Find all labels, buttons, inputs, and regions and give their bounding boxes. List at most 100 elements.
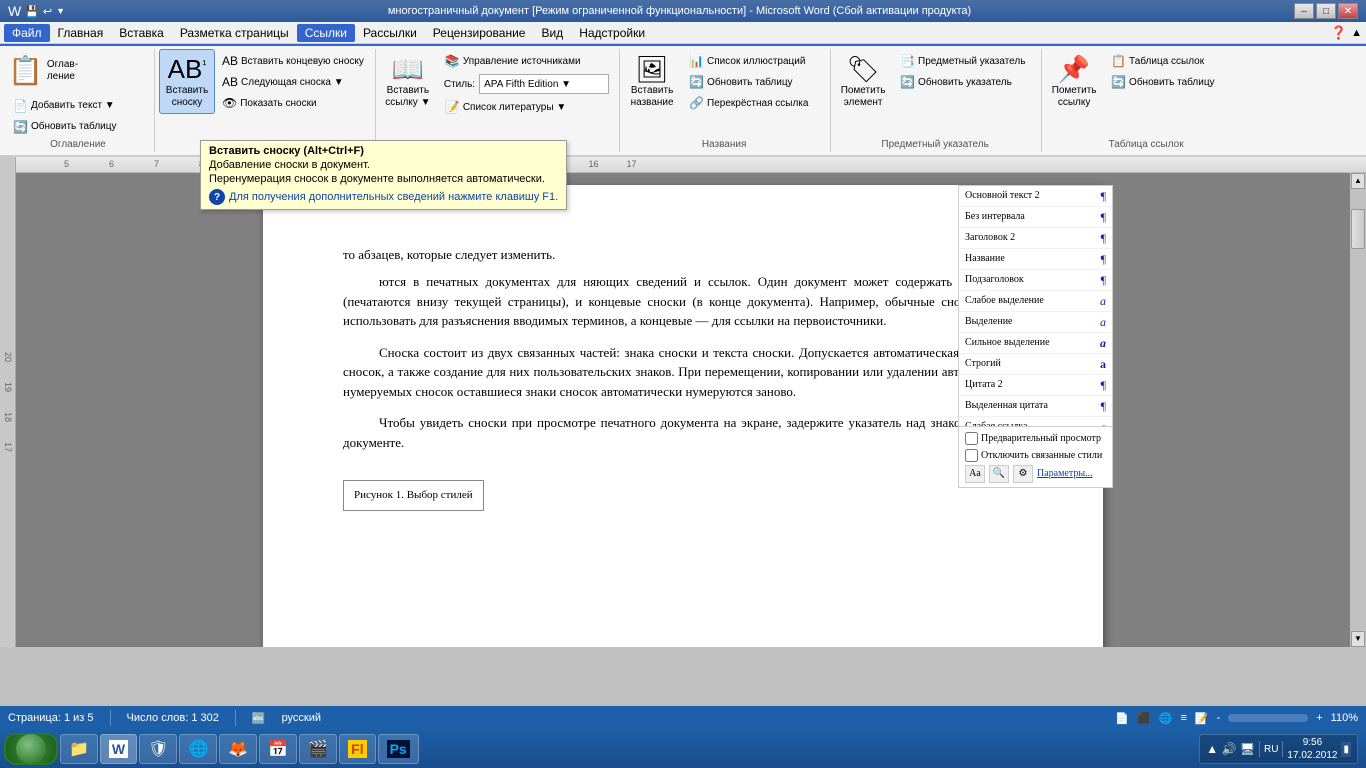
ribbon-collapse[interactable]: ▲ [1351,27,1362,39]
taskbar-word[interactable]: W [100,734,137,764]
btn-mark-citation[interactable]: 📌 Пометитьссылку [1046,49,1102,114]
style-item-10[interactable]: Выделенная цитата ¶ [959,396,1112,417]
view-outline-icon[interactable]: ≡ [1180,712,1186,724]
manage-icon: 📚 [445,54,460,68]
zoom-slider[interactable] [1228,714,1308,722]
btn-manage-sources[interactable]: 📚 Управление источниками [440,51,613,71]
spell-check-icon[interactable]: 🔤 [252,712,266,725]
style-name: Цитата 2 [965,377,1003,392]
btn-insert-endnote[interactable]: AB Вставить концевую сноску [217,51,369,71]
restore-button[interactable]: □ [1316,3,1336,19]
btn-mark-entry[interactable]: 🏷 Пометитьэлемент [835,49,891,114]
quick-access-undo[interactable]: ↩ [43,5,52,18]
mark-entry-icon: 🏷 [847,54,880,85]
taskbar-browser[interactable]: 🌐 [179,734,217,764]
style-item-1[interactable]: Без интервала ¶ [959,207,1112,228]
zoom-in-btn[interactable]: + [1316,712,1322,724]
btn-insert-footnote[interactable]: AB¹ Вставитьсноску [159,49,215,114]
btn-update-table-auth[interactable]: 🔄 Обновить таблицу [1106,72,1246,92]
style-item-3[interactable]: Название ¶ [959,249,1112,270]
menu-home[interactable]: Главная [50,24,112,42]
params-link[interactable]: Параметры... [1037,466,1093,481]
window-title: многостраничный документ [Режим ограниче… [65,5,1294,17]
menu-references[interactable]: Ссылки [297,24,355,42]
new-style-btn[interactable]: Aa [965,465,985,483]
update-table-icon: 🔄 [13,120,28,134]
menu-review[interactable]: Рецензирование [425,24,534,42]
taskbar-antivirus[interactable]: 🛡 [139,734,177,764]
inspect-style-btn[interactable]: 🔍 [989,465,1009,483]
preview-checkbox[interactable]: Предварительный просмотр [965,431,1106,446]
style-item-11[interactable]: Слабая ссылка a [959,417,1112,426]
style-name: Выделенная цитата [965,398,1048,413]
btn-insert-index[interactable]: 📑 Предметный указатель [895,51,1035,71]
tray-lang: RU [1264,744,1278,755]
view-draft-icon[interactable]: 📝 [1195,712,1209,725]
menu-addons[interactable]: Надстройки [571,24,653,42]
scroll-thumb[interactable] [1351,209,1365,249]
btn-next-footnote[interactable]: AB Следующая сноска ▼ [217,72,369,92]
btn-update-table-fig[interactable]: 🔄 Обновить таблицу [684,72,824,92]
btn-bibliography[interactable]: 📝 Список литературы ▼ [440,97,613,117]
browser-icon: 🌐 [188,739,208,759]
quick-access-save[interactable]: 💾 [25,5,39,18]
table-ssylok-small-buttons: 📋 Таблица ссылок 🔄 Обновить таблицу [1106,49,1246,92]
view-full-icon[interactable]: ⬛ [1137,712,1151,725]
doc-para-2: ются в печатных документах для няющих св… [343,272,1023,331]
disable-linked-checkbox[interactable]: Отключить связанные стили [965,448,1106,463]
style-name: Строгий [965,356,1001,371]
preview-check-input[interactable] [965,432,978,445]
style-item-9[interactable]: Цитата 2 ¶ [959,375,1112,396]
firefox-icon: 🦊 [228,739,248,759]
style-item-0[interactable]: Основной текст 2 ¶ [959,186,1112,207]
btn-add-text[interactable]: 📄 Добавить текст ▼ [8,96,148,116]
btn-table-of-authorities[interactable]: 📋 Таблица ссылок [1106,51,1246,71]
menu-file[interactable]: Файл [4,24,50,42]
page-scroll-area[interactable]: Вставить сноску (Alt+Ctrl+F) Добавление … [16,173,1350,647]
endnote-icon: AB [222,54,238,68]
minimize-button[interactable]: – [1294,3,1314,19]
disable-linked-check-input[interactable] [965,449,978,462]
language: русский [282,712,321,724]
btn-update-table-oglav[interactable]: 🔄 Обновить таблицу [8,117,148,137]
btn-show-footnotes[interactable]: 👁 Показать сноски [217,93,369,113]
btn-table-of-figures[interactable]: 📊 Список иллюстраций [684,51,824,71]
doc-para-1: то абзацев, которые следует изменить. [343,245,1023,265]
start-button[interactable] [4,733,58,765]
manage-styles-btn[interactable]: ⚙ [1013,465,1033,483]
btn-oglav[interactable]: 📋 Оглав-ление [8,49,78,93]
style-item-7[interactable]: Сильное выделение a [959,333,1112,354]
btn-insert-citation[interactable]: 📖 Вставитьссылку ▼ [380,49,436,114]
close-button[interactable]: ✕ [1338,3,1358,19]
style-item-6[interactable]: Выделение a [959,312,1112,333]
taskbar-photoshop[interactable]: Ps [378,734,419,764]
view-web-icon[interactable]: 🌐 [1159,712,1173,725]
ribbon-group-ukazatel: 🏷 Пометитьэлемент 📑 Предметный указатель… [831,49,1042,152]
taskbar-explorer[interactable]: 📁 [60,734,98,764]
word-taskbar-icon: W [109,740,128,758]
menu-layout[interactable]: Разметка страницы [172,24,297,42]
citation-style-dropdown[interactable]: APA Fifth Edition ▼ [479,74,609,94]
style-item-4[interactable]: Подзаголовок ¶ [959,270,1112,291]
update-auth-icon: 🔄 [1111,75,1126,89]
style-item-5[interactable]: Слабое выделение a [959,291,1112,312]
style-item-2[interactable]: Заголовок 2 ¶ [959,228,1112,249]
menu-insert[interactable]: Вставка [111,24,172,42]
view-print-icon[interactable]: 📄 [1115,712,1129,725]
style-item-8[interactable]: Строгий a [959,354,1112,375]
taskbar-video[interactable]: 🎬 [299,734,337,764]
menu-view[interactable]: Вид [533,24,571,42]
help-icon[interactable]: ❓ [1331,25,1347,41]
menu-mailings[interactable]: Рассылки [355,24,425,42]
show-desktop-btn[interactable]: ▮ [1341,742,1351,757]
vertical-scrollbar[interactable]: ▲ ▼ [1350,173,1366,647]
taskbar-calendar[interactable]: 📅 [259,734,297,764]
btn-cross-reference[interactable]: 🔗 Перекрёстная ссылка [684,93,824,113]
taskbar-firefox[interactable]: 🦊 [219,734,257,764]
citation-icon: 📖 [392,54,424,85]
zoom-out-btn[interactable]: - [1217,712,1221,724]
btn-insert-caption[interactable]: 🖼 Вставитьназвание [624,49,680,114]
quick-access-dropdown[interactable]: ▼ [56,6,65,16]
btn-update-index[interactable]: 🔄 Обновить указатель [895,72,1035,92]
taskbar-flash[interactable]: Fl [339,734,375,764]
